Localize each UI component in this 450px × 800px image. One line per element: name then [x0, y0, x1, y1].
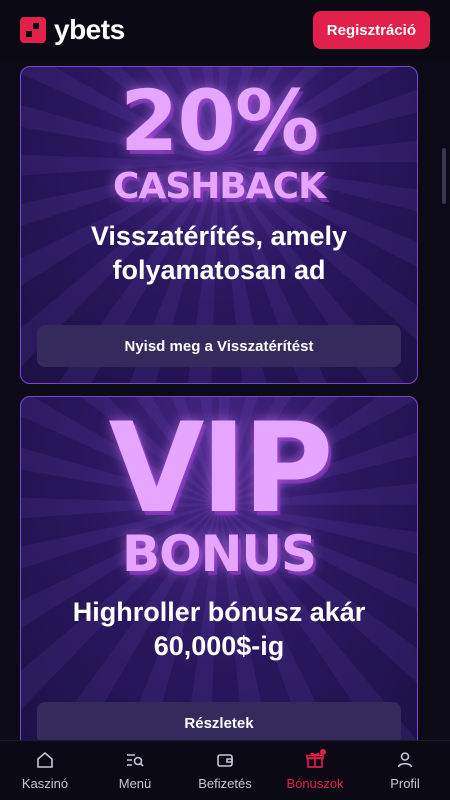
- logo-text: ybets: [54, 14, 125, 45]
- home-icon: [37, 751, 53, 768]
- nav-label: Menü: [118, 776, 152, 791]
- details-button[interactable]: Részletek: [37, 702, 401, 740]
- promo-card-cashback: 20% CASHBACK Visszatérítés, amely folyam…: [20, 66, 418, 384]
- scrollbar-thumb[interactable]: [442, 148, 446, 204]
- promo-card-vip: VIP BONUS Highroller bónusz akár 60,000$…: [20, 396, 418, 740]
- logo[interactable]: ybets: [20, 14, 125, 46]
- logo-mark-icon: [20, 17, 46, 43]
- wallet-icon: [217, 754, 233, 767]
- promotions-list[interactable]: 20% CASHBACK Visszatérítés, amely folyam…: [0, 60, 450, 740]
- promo-subtitle: Visszatérítés, amely folyamatosan ad: [90, 221, 348, 285]
- register-button[interactable]: Regisztráció: [312, 11, 430, 49]
- notification-dot: [320, 749, 327, 755]
- promo-headline-vip: VIP: [108, 397, 334, 541]
- menu-search-icon: [127, 754, 144, 767]
- nav-item-deposit[interactable]: Befizetés: [180, 741, 270, 800]
- promo-headline-bonus: BONUS: [121, 525, 317, 583]
- nav-label: Kaszinó: [21, 776, 69, 791]
- nav-item-bonuses[interactable]: Bónuszok: [270, 741, 360, 800]
- user-icon: [397, 752, 413, 768]
- top-header: ybets Regisztráció: [0, 0, 450, 60]
- nav-item-profile[interactable]: Profil: [360, 741, 450, 800]
- nav-item-casino[interactable]: Kaszinó: [0, 741, 90, 800]
- promo-headline-percent: 20%: [119, 72, 319, 170]
- open-cashback-button[interactable]: Nyisd meg a Visszatérítést: [37, 325, 401, 367]
- nav-label: Bónuszok: [286, 776, 344, 791]
- promo-subtitle: Highroller bónusz akár 60,000$-ig: [72, 597, 366, 661]
- nav-label: Profil: [390, 776, 420, 791]
- nav-item-menu[interactable]: Menü: [90, 741, 180, 800]
- promo-headline-cashback: CASHBACK: [113, 166, 326, 207]
- bottom-navigation: Kaszinó Menü Befizetés Bónuszok Profil: [0, 740, 450, 800]
- nav-label: Befizetés: [198, 776, 252, 791]
